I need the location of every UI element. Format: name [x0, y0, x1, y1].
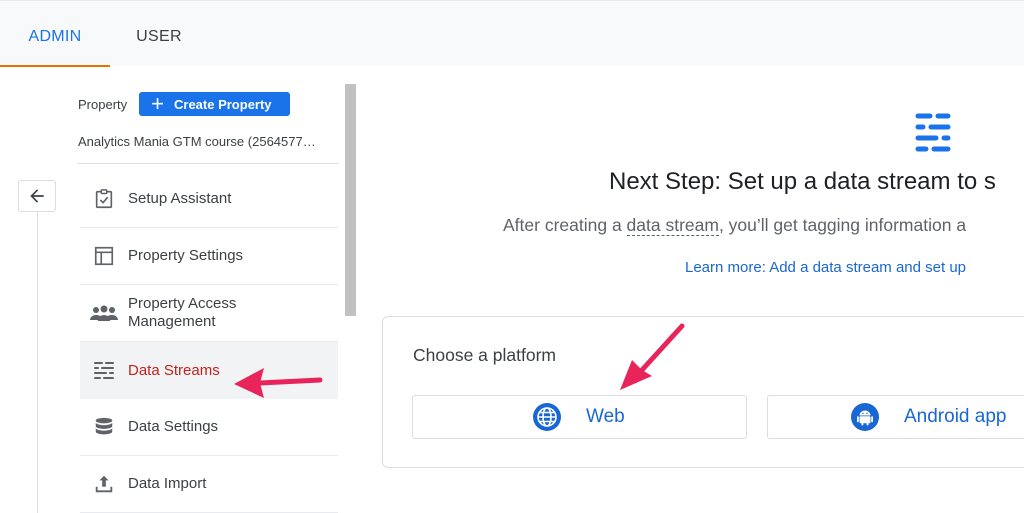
nav-item-label: Setup Assistant: [128, 190, 232, 207]
web-platform-button[interactable]: Web: [412, 395, 747, 439]
nav-item-setup-assistant[interactable]: Setup Assistant: [80, 171, 338, 228]
create-property-label: Create Property: [174, 96, 272, 112]
nav-item-property-settings[interactable]: Property Settings: [80, 228, 338, 285]
tab-user[interactable]: USER: [122, 1, 196, 67]
nav-item-label: Data Settings: [128, 418, 219, 435]
database-icon: [80, 416, 128, 438]
top-tab-bar: ADMIN USER: [0, 0, 1024, 67]
android-platform-label: Android app: [904, 406, 1007, 427]
nav-item-data-streams[interactable]: Data Streams: [80, 342, 338, 399]
create-property-button[interactable]: + Create Property: [139, 91, 290, 116]
upload-icon: [80, 473, 128, 495]
nav-item-label: Property Settings: [128, 247, 244, 264]
nav-item-label: Data Streams: [128, 361, 220, 379]
tab-admin[interactable]: ADMIN: [0, 1, 110, 67]
property-header: Property + Create Property: [78, 92, 290, 116]
nav-item-data-settings[interactable]: Data Settings: [80, 399, 338, 456]
nav-item-data-import[interactable]: Data Import: [80, 456, 338, 513]
data-stream-term[interactable]: data stream: [626, 215, 719, 236]
data-stream-icon: [915, 113, 951, 152]
plus-icon: +: [151, 91, 164, 116]
learn-more-link[interactable]: Learn more: Add a data stream and set up: [685, 259, 966, 276]
globe-icon: [532, 402, 562, 432]
android-icon: [850, 402, 880, 432]
nav-scrollbar[interactable]: [345, 84, 356, 316]
people-icon: [80, 303, 128, 323]
nav-item-label: Data Import: [128, 475, 207, 492]
property-nav: Setup Assistant Property Settings Proper…: [80, 171, 338, 513]
nav-guide-line: [37, 212, 38, 513]
web-platform-label: Web: [586, 406, 625, 427]
next-step-headline: Next Step: Set up a data stream to s: [609, 168, 996, 195]
property-label: Property: [78, 96, 128, 112]
choose-platform-title: Choose a platform: [413, 345, 556, 365]
layout-icon: [80, 245, 128, 267]
back-button[interactable]: [18, 180, 56, 212]
data-streams-icon: [80, 361, 128, 381]
next-step-description: After creating a data stream, you’ll get…: [503, 215, 967, 236]
nav-item-property-access-management[interactable]: Property Access Management: [80, 285, 338, 342]
arrow-left-icon: [30, 189, 44, 203]
choose-platform-card: Choose a platform Web Android app: [382, 316, 1024, 468]
android-platform-button[interactable]: Android app: [767, 395, 1024, 439]
property-selector[interactable]: Analytics Mania GTM course (2564577…: [78, 134, 338, 164]
nav-item-label: Property Access Management: [128, 295, 237, 330]
checklist-icon: [80, 188, 128, 210]
